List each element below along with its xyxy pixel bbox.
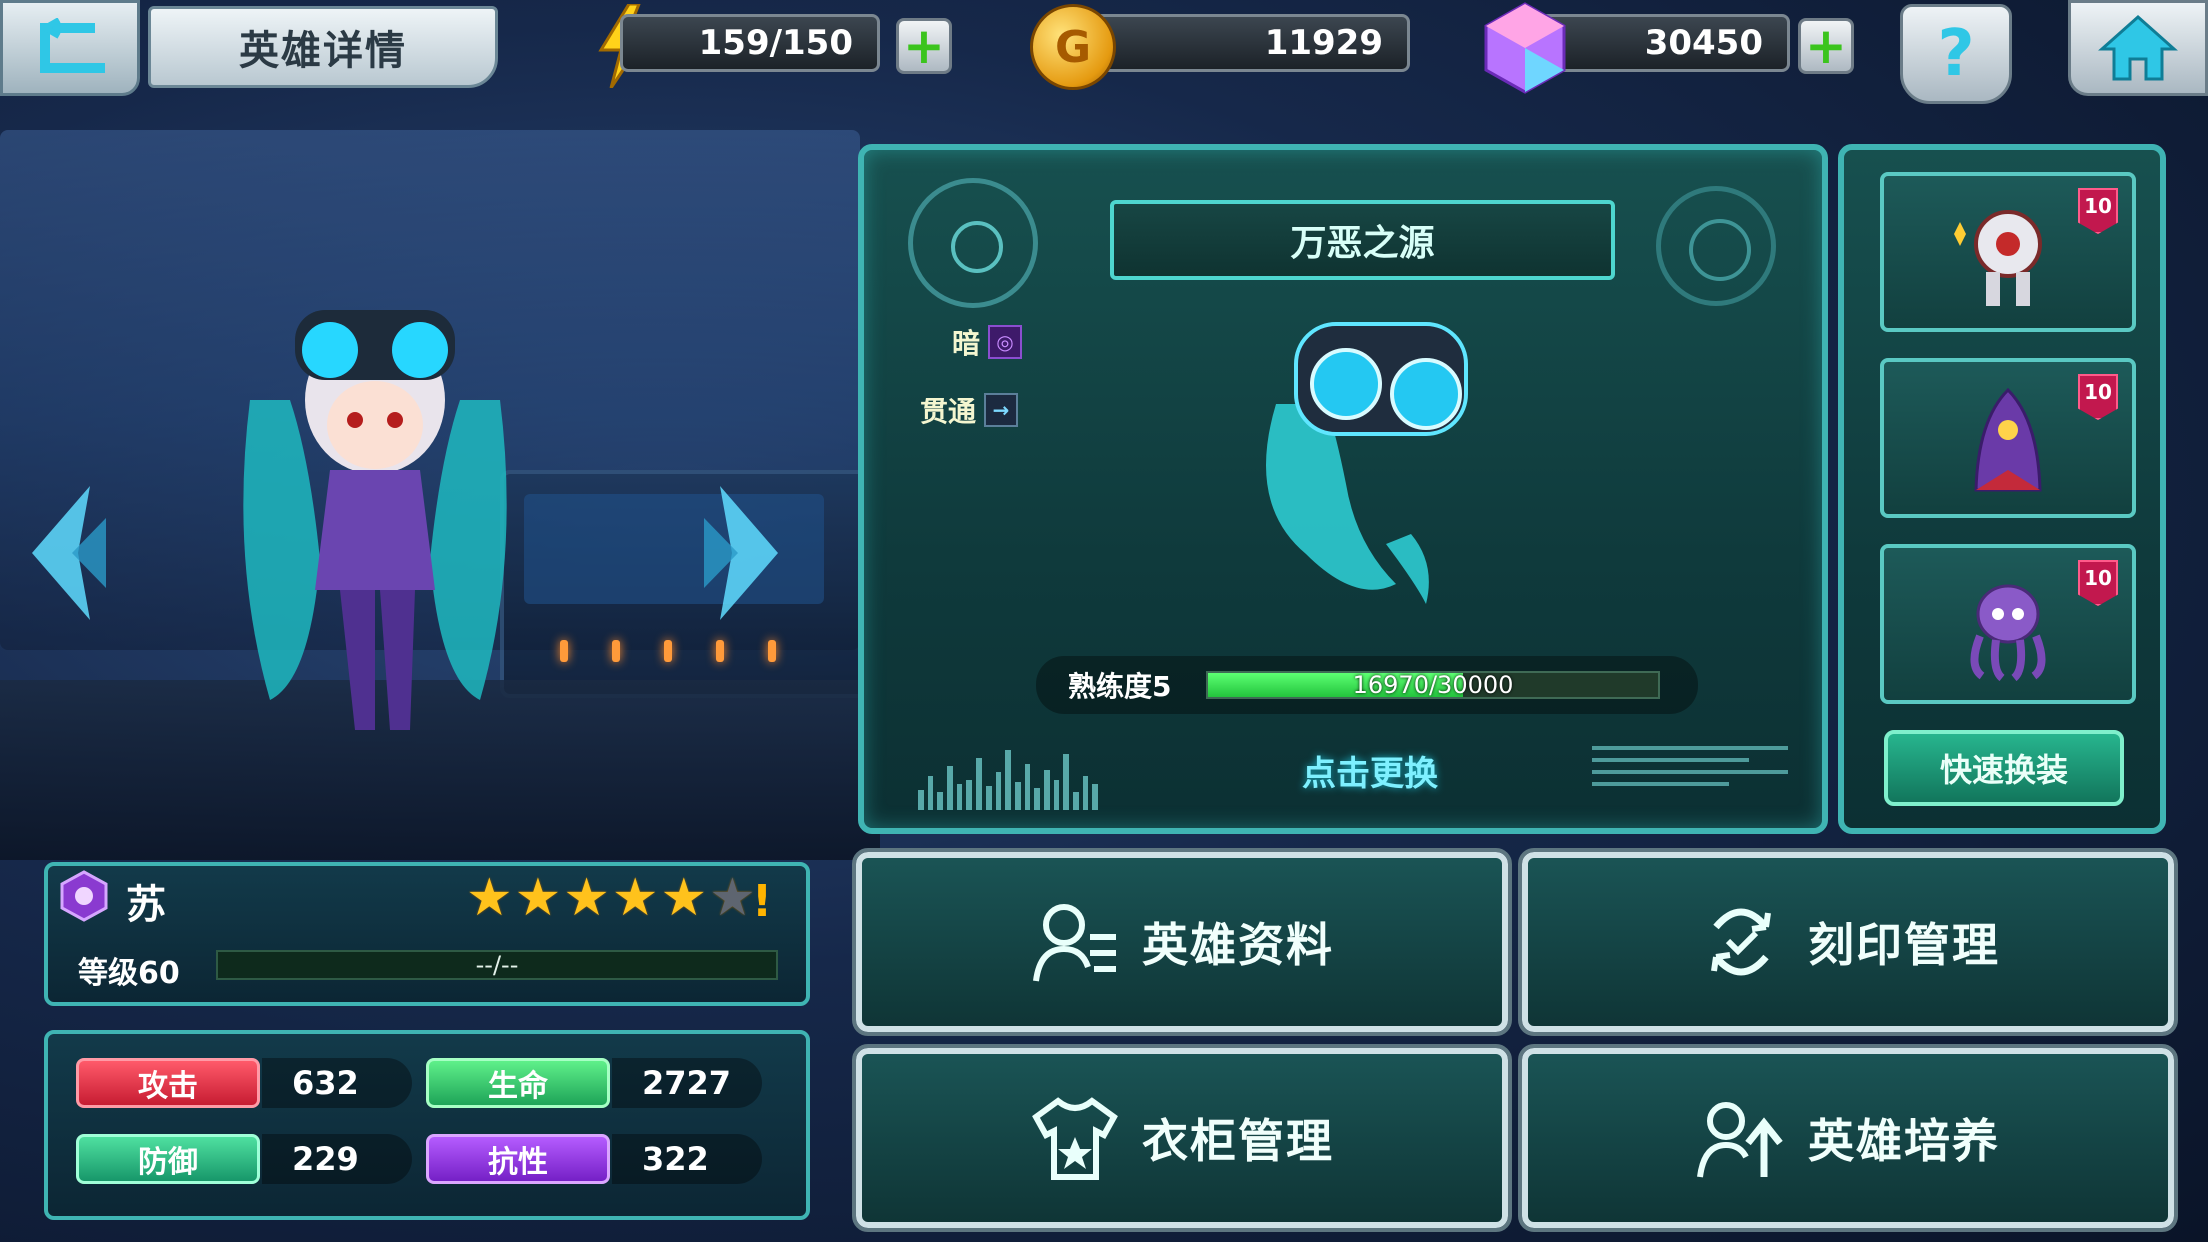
- hero-character-portrait[interactable]: [230, 260, 520, 740]
- star-filled-icon: ★: [563, 868, 610, 928]
- home-button[interactable]: [2068, 0, 2208, 96]
- chevron-right-icon: [704, 486, 778, 620]
- mastery-row: 熟练度5 16970/30000: [1036, 656, 1698, 714]
- star-filled-icon: ★: [466, 868, 513, 928]
- star-upgrade-alert[interactable]: !: [752, 876, 772, 927]
- hero-exp-bar: --/--: [216, 950, 778, 980]
- equipment-level-badge: 10: [2078, 374, 2118, 420]
- element-label: 暗: [952, 327, 981, 360]
- attack-value: 632: [262, 1058, 412, 1108]
- back-button[interactable]: [0, 0, 140, 96]
- wardrobe-management-label: 衣柜管理: [1142, 1114, 1334, 1168]
- imprint-management-label: 刻印管理: [1808, 918, 2000, 972]
- mastery-progress-text: 16970/30000: [1352, 671, 1514, 699]
- defense-value: 229: [262, 1134, 412, 1184]
- hp-label: 生命: [426, 1058, 610, 1108]
- imprint-management-button[interactable]: 刻印管理: [1518, 848, 2178, 1036]
- shirt-icon: [1032, 1097, 1118, 1180]
- next-hero-arrow[interactable]: [700, 478, 790, 632]
- equipment-slot-1[interactable]: 10: [1880, 172, 2136, 332]
- weapon-name: 万恶之源: [1110, 200, 1615, 280]
- background-console: [500, 470, 868, 698]
- previous-hero-arrow[interactable]: [20, 478, 110, 632]
- gold-coin-icon: G: [1030, 4, 1116, 90]
- mastery-label: 熟练度5: [1068, 670, 1172, 703]
- equipment-level-badge: 10: [2078, 188, 2118, 234]
- chevron-left-icon: [32, 486, 106, 620]
- hero-info-label: 英雄资料: [1142, 918, 1334, 972]
- gem-icon: [1482, 0, 1568, 96]
- add-gems-button[interactable]: +: [1798, 18, 1854, 74]
- energy-counter: 159/150: [620, 14, 880, 72]
- hero-training-label: 英雄培养: [1808, 1114, 2000, 1168]
- hp-value: 2727: [612, 1058, 762, 1108]
- imprint-cycle-icon: [1711, 908, 1771, 976]
- star-filled-icon: ★: [660, 868, 708, 928]
- attack-type-label: 贯通: [920, 395, 977, 428]
- resist-value: 322: [612, 1134, 762, 1184]
- weapon-attack-type-tag: 贯通 →: [920, 390, 1019, 430]
- octopus-accessory-icon: [1970, 584, 2046, 682]
- help-button[interactable]: ?: [1900, 4, 2012, 104]
- change-weapon-button[interactable]: 点击更换: [1250, 742, 1490, 798]
- crosshair-decoration: [908, 178, 1038, 308]
- pierce-arrow-icon: →: [984, 393, 1019, 427]
- purple-cloak-icon: [1974, 387, 2042, 492]
- star-filled-icon: ★: [611, 868, 659, 928]
- equipment-slot-3[interactable]: 10: [1880, 544, 2136, 704]
- hero-class-icon: [60, 870, 108, 922]
- hero-training-button[interactable]: 英雄培养: [1518, 1044, 2178, 1232]
- weapon-goggles-image[interactable]: [1236, 284, 1506, 614]
- add-energy-button[interactable]: +: [896, 18, 952, 74]
- hero-star-rating: ★ ★ ★ ★ ★ ★: [466, 872, 756, 924]
- armor-robot-icon: [1954, 210, 2042, 306]
- mastery-progress-bar: 16970/30000: [1206, 671, 1660, 699]
- gold-counter: 11929: [1090, 14, 1410, 72]
- hero-level: 等级60: [78, 956, 180, 991]
- star-empty-icon: ★: [709, 868, 756, 928]
- radar-decoration: [1656, 186, 1776, 306]
- gem-counter: 30450: [1540, 14, 1790, 72]
- level-up-icon: [1697, 1102, 1783, 1178]
- resist-label: 抗性: [426, 1134, 610, 1184]
- background-lights: [560, 640, 860, 662]
- defense-label: 防御: [76, 1134, 260, 1184]
- home-icon: [2098, 14, 2178, 81]
- weapon-element-tag: 暗 ◎: [952, 322, 1023, 362]
- back-arrow-icon: [40, 18, 105, 73]
- page-title: 英雄详情: [148, 6, 498, 88]
- equipment-level-badge: 10: [2078, 560, 2118, 606]
- equalizer-decoration: [918, 740, 1099, 810]
- attack-label: 攻击: [76, 1058, 260, 1108]
- equipment-slot-2[interactable]: 10: [1880, 358, 2136, 518]
- hero-info-button[interactable]: 英雄资料: [852, 848, 1512, 1036]
- dark-element-icon: ◎: [988, 325, 1023, 359]
- star-filled-icon: ★: [514, 868, 562, 928]
- quick-change-button[interactable]: 快速换装: [1884, 730, 2124, 806]
- wardrobe-management-button[interactable]: 衣柜管理: [852, 1044, 1512, 1232]
- hero-name: 苏: [126, 882, 166, 928]
- user-profile-icon: [1033, 904, 1116, 982]
- lines-decoration: [1592, 742, 1788, 812]
